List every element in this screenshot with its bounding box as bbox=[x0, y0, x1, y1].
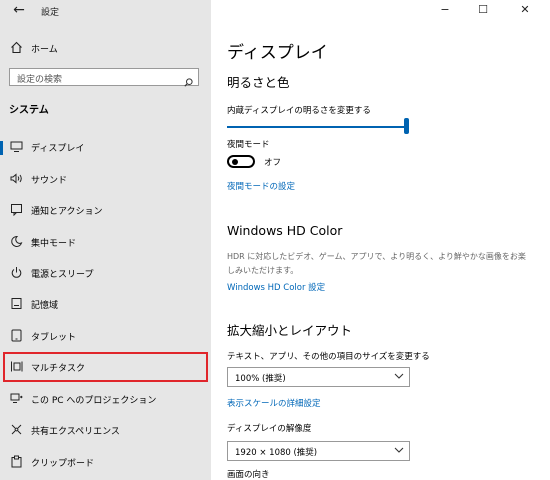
sidebar-item-label: タブレット bbox=[31, 333, 77, 343]
text-size-label: テキスト、アプリ、その他の項目のサイズを変更する bbox=[227, 352, 430, 362]
hdr-heading: Windows HD Color bbox=[227, 223, 343, 238]
sidebar-item-label: サウンド bbox=[31, 176, 68, 186]
sidebar-item-display[interactable]: ディスプレイ bbox=[0, 133, 211, 163]
sidebar-item-label: 通知とアクション bbox=[31, 207, 103, 217]
window-controls: − ☐ ✕ bbox=[430, 0, 550, 24]
sidebar-item-home[interactable]: ホーム bbox=[0, 34, 211, 64]
main-pane: − ☐ ✕ ディスプレイ 明るさと色 内蔵ディスプレイの明るさを変更する 夜間モ… bbox=[211, 0, 550, 480]
power-icon bbox=[9, 266, 23, 280]
resolution-dropdown[interactable]: 1920 × 1080 (推奨) bbox=[227, 441, 410, 461]
sidebar-item-label: 記憶域 bbox=[31, 301, 59, 311]
advanced-scaling-link[interactable]: 表示スケールの詳細設定 bbox=[227, 397, 321, 409]
brightness-slider-thumb[interactable] bbox=[404, 118, 409, 134]
orientation-label: 画面の向き bbox=[227, 470, 270, 480]
shared-experience-icon bbox=[9, 423, 23, 437]
night-light-label: 夜間モード bbox=[227, 140, 270, 150]
highlight-box bbox=[3, 352, 208, 382]
sidebar-item-projection[interactable]: この PC へのプロジェクション bbox=[0, 385, 211, 415]
toggle-knob bbox=[232, 159, 238, 165]
clipboard-icon bbox=[9, 455, 23, 469]
resolution-value: 1920 × 1080 (推奨) bbox=[235, 448, 318, 458]
brightness-slider-track[interactable] bbox=[227, 126, 407, 128]
section-title: システム bbox=[9, 105, 49, 116]
scale-dropdown[interactable]: 100% (推奨) bbox=[227, 367, 410, 387]
maximize-button[interactable]: ☐ bbox=[468, 3, 498, 16]
sidebar-item-label: クリップボード bbox=[31, 459, 95, 469]
night-light-settings-link[interactable]: 夜間モードの設定 bbox=[227, 180, 295, 192]
scale-value: 100% (推奨) bbox=[235, 374, 286, 384]
speaker-icon bbox=[9, 172, 23, 186]
window-title: 設定 bbox=[41, 8, 60, 18]
hdr-settings-link[interactable]: Windows HD Color 設定 bbox=[227, 281, 325, 293]
search-placeholder: 設定の検索 bbox=[17, 75, 63, 85]
chevron-down-icon bbox=[394, 371, 404, 384]
sidebar-item-tablet[interactable]: タブレット bbox=[0, 322, 211, 352]
brightness-slider-label: 内蔵ディスプレイの明るさを変更する bbox=[227, 106, 371, 116]
night-light-toggle[interactable] bbox=[227, 155, 255, 168]
home-icon bbox=[9, 41, 23, 55]
home-label: ホーム bbox=[31, 45, 58, 55]
sidebar-item-storage[interactable]: 記憶域 bbox=[0, 290, 211, 320]
projection-icon bbox=[9, 392, 23, 406]
notification-icon bbox=[9, 203, 23, 217]
storage-icon bbox=[9, 297, 23, 311]
page-title: ディスプレイ bbox=[227, 43, 328, 63]
brightness-heading: 明るさと色 bbox=[227, 75, 290, 90]
sidebar-item-shared-experiences[interactable]: 共有エクスペリエンス bbox=[0, 416, 211, 446]
sidebar-item-clipboard[interactable]: クリップボード bbox=[0, 448, 211, 478]
sidebar-item-label: 電源とスリープ bbox=[31, 270, 94, 280]
search-input[interactable]: 設定の検索 bbox=[9, 68, 199, 87]
sidebar-item-label: 集中モード bbox=[31, 239, 77, 249]
sidebar: ← 設定 ホーム 設定の検索 システム ディスプレイ サウンド 通知とアクション bbox=[0, 0, 211, 480]
tablet-icon bbox=[9, 329, 23, 343]
title-bar: ← 設定 bbox=[0, 0, 211, 24]
hdr-description: HDR に対応したビデオ、ゲーム、アプリで、より明るく、より鮮やかな画像をお楽し… bbox=[227, 252, 526, 275]
night-light-state: オフ bbox=[264, 158, 282, 168]
minimize-button[interactable]: − bbox=[430, 3, 460, 16]
sidebar-item-sound[interactable]: サウンド bbox=[0, 165, 211, 195]
sidebar-item-focus[interactable]: 集中モード bbox=[0, 228, 211, 258]
display-icon bbox=[9, 140, 23, 154]
sidebar-item-label: 共有エクスペリエンス bbox=[31, 427, 120, 437]
resolution-label: ディスプレイの解像度 bbox=[227, 424, 312, 434]
scale-heading: 拡大縮小とレイアウト bbox=[227, 323, 353, 338]
close-button[interactable]: ✕ bbox=[510, 3, 540, 16]
moon-icon bbox=[9, 235, 23, 249]
back-arrow-icon[interactable]: ← bbox=[11, 2, 27, 18]
sidebar-item-label: この PC へのプロジェクション bbox=[31, 396, 157, 406]
active-indicator bbox=[0, 141, 3, 155]
sidebar-item-power[interactable]: 電源とスリープ bbox=[0, 259, 211, 289]
search-icon bbox=[184, 72, 193, 87]
chevron-down-icon bbox=[394, 445, 404, 458]
sidebar-item-label: ディスプレイ bbox=[31, 144, 85, 154]
sidebar-item-notifications[interactable]: 通知とアクション bbox=[0, 196, 211, 226]
